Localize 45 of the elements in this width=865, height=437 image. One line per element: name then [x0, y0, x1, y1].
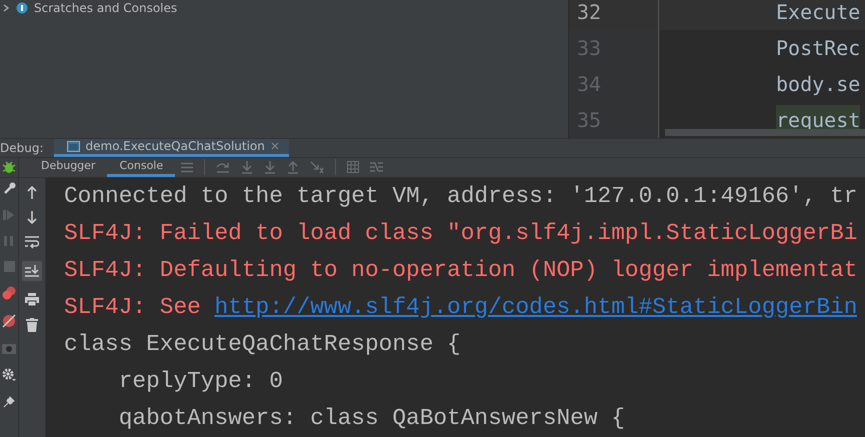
up-arrow-icon[interactable]: [27, 186, 37, 199]
resume-icon[interactable]: [3, 209, 15, 221]
soft-wrap-icon[interactable]: [25, 236, 39, 249]
mute-breakpoints-icon[interactable]: [2, 314, 16, 328]
calculator-icon[interactable]: [347, 161, 360, 174]
code-line: Execute: [776, 0, 860, 26]
scrollbar[interactable]: [665, 129, 865, 136]
window-icon: [66, 140, 80, 152]
console-line: class ExecuteQaChatResponse {: [64, 330, 462, 359]
down-arrow-icon[interactable]: [27, 211, 37, 224]
gear-icon[interactable]: [2, 368, 16, 382]
pin-icon[interactable]: [3, 396, 15, 408]
trash-icon[interactable]: [26, 318, 38, 332]
trace-icon[interactable]: [370, 161, 384, 174]
console-line: SLF4J: See http://www.slf4j.org/codes.html#StaticLoggerBin: [64, 293, 858, 322]
line-number: 32: [577, 0, 602, 24]
console-line: SLF4J: Failed to load class "org.slf4j.impl.StaticLoggerBi: [64, 219, 858, 248]
console-link[interactable]: http://www.slf4j.org/codes.html#StaticLoggerBin: [214, 294, 858, 320]
code-line: PostRec: [776, 35, 860, 62]
session-tab[interactable]: demo.ExecuteQaChatSolution: [54, 139, 289, 157]
run-to-cursor-icon[interactable]: [310, 160, 324, 174]
console-line: qabotAnswers: class QaBotAnswersNew {: [118, 404, 626, 433]
pause-icon[interactable]: [4, 235, 14, 247]
chevron-icon[interactable]: [2, 4, 10, 12]
step-out-icon[interactable]: [287, 160, 300, 174]
breakpoints-icon[interactable]: [2, 286, 16, 300]
step-into-icon[interactable]: [241, 160, 254, 174]
panel-tab[interactable]: Debugger: [29, 158, 108, 177]
debug-label: Debug:: [0, 140, 45, 155]
stop-icon[interactable]: [4, 261, 14, 272]
tree-item[interactable]: Scratches and Consoles: [34, 1, 178, 15]
menu-icon[interactable]: [181, 162, 194, 173]
bug-icon[interactable]: [2, 160, 16, 174]
panel-tab[interactable]: Console: [107, 158, 176, 177]
step-into-icon[interactable]: [264, 160, 276, 174]
step-over-icon[interactable]: [216, 161, 230, 174]
code-line: body.se: [776, 71, 860, 98]
wrench-icon[interactable]: [2, 182, 16, 195]
console-line: Connected to the target VM, address: '127.0.0.1:49166', tr: [64, 182, 858, 211]
camera-icon[interactable]: [2, 342, 16, 354]
close-icon[interactable]: [270, 142, 279, 150]
console-line: replyType: 0: [118, 367, 284, 396]
scroll-to-end-button[interactable]: [22, 261, 42, 281]
console-line: SLF4J: Defaulting to no-operation (NOP) logger implementat: [64, 256, 858, 285]
print-icon[interactable]: [25, 293, 39, 306]
